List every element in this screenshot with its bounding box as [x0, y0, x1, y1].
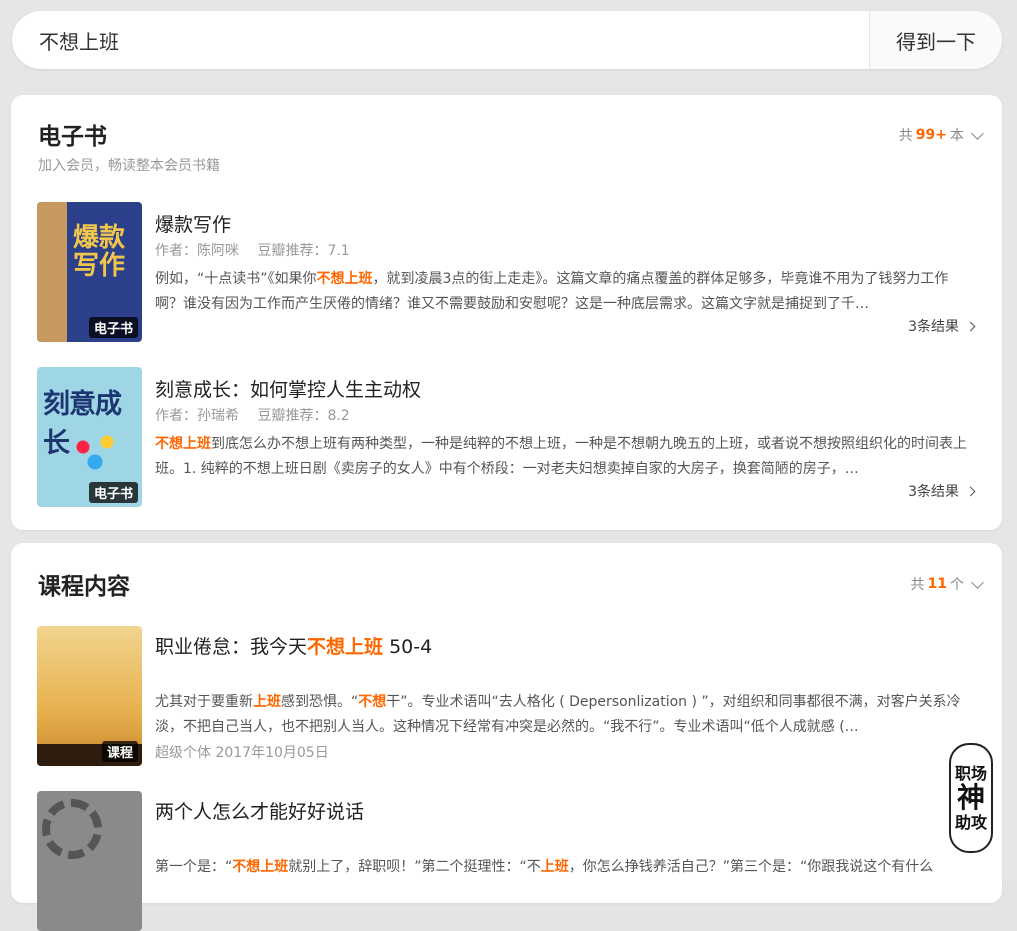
section-title: 课程内容 — [38, 574, 130, 600]
rating: 豆瓣推荐：8.2 — [257, 408, 350, 424]
more-results-link[interactable]: 3条结果 — [908, 316, 976, 336]
course-item[interactable]: 课程 职业倦怠：我今天不想上班 50-4 尤其对于要重新上班感到恐惧。“不想干”… — [37, 626, 982, 766]
book-cover: 爆款写作 电子书 — [37, 202, 142, 342]
course-count-toggle[interactable]: 共 11 个 — [910, 574, 984, 594]
course-badge: 课程 — [101, 741, 138, 762]
seal-logo: 职场 神 助攻 — [949, 743, 993, 853]
section-title: 电子书 — [38, 124, 107, 150]
search-bar: 得到一下 — [12, 11, 1002, 69]
ebook-count-toggle[interactable]: 共 99+ 本 — [898, 125, 984, 145]
course-description: 第一个是：“不想上班就别上了，辞职呗！”第二个挺理性：“不上班，你怎么挣钱养活自… — [155, 859, 934, 875]
ebook-description: 不想上班到底怎么办不想上班有两种类型，一种是纯粹的不想上班，一种是不想朝九晚五的… — [155, 436, 967, 477]
ebook-badge: 电子书 — [88, 482, 138, 503]
ebook-title[interactable]: 刻意成长：如何掌控人生主动权 — [155, 375, 421, 402]
search-button[interactable]: 得到一下 — [869, 11, 1002, 69]
count-suffix: 个 — [950, 577, 964, 593]
more-results-link[interactable]: 3条结果 — [908, 481, 976, 501]
ebook-meta: 作者：陈阿咪 豆瓣推荐：7.1 — [155, 240, 364, 260]
ebook-description: 例如，“十点读书”《如果你不想上班，就到凌晨3点的街上走走》。这篇文章的痛点覆盖… — [155, 271, 949, 312]
course-title[interactable]: 两个人怎么才能好好说话 — [155, 797, 364, 824]
rating: 豆瓣推荐：7.1 — [257, 243, 350, 259]
course-item[interactable]: 两个人怎么才能好好说话 第一个是：“不想上班就别上了，辞职呗！”第二个挺理性：“… — [37, 791, 982, 931]
course-cover — [37, 791, 142, 931]
ebook-title[interactable]: 爆款写作 — [155, 210, 231, 237]
course-meta: 超级个体 2017年10月05日 — [155, 745, 329, 761]
section-subtitle: 加入会员，畅读整本会员书籍 — [38, 158, 220, 174]
cover-title: 爆款写作 — [73, 223, 126, 281]
course-description: 尤其对于要重新上班感到恐惧。“不想干”。专业术语叫“去人格化 ( Deperso… — [155, 694, 961, 735]
chevron-down-icon — [971, 575, 984, 589]
course-section: 课程内容 共 11 个 课程 职业倦怠：我今天不想上班 50-4 尤其对于要重新… — [11, 543, 1002, 931]
count-number: 99+ — [915, 127, 947, 143]
course-cover: 课程 — [37, 626, 142, 766]
course-title[interactable]: 职业倦怠：我今天不想上班 50-4 — [155, 632, 432, 659]
count-prefix: 共 — [898, 128, 913, 144]
ebook-item[interactable]: 刻意成长 电子书 刻意成长：如何掌控人生主动权 作者：孙瑞希 豆瓣推荐：8.2 … — [37, 367, 982, 507]
book-cover: 刻意成长 电子书 — [37, 367, 142, 507]
ebook-meta: 作者：孙瑞希 豆瓣推荐：8.2 — [155, 405, 364, 425]
count-number: 11 — [927, 576, 947, 592]
chevron-down-icon — [971, 126, 984, 140]
search-input[interactable] — [12, 11, 869, 69]
author: 作者：孙瑞希 — [155, 408, 239, 424]
count-prefix: 共 — [910, 577, 925, 593]
ebook-section: 电子书 加入会员，畅读整本会员书籍 共 99+ 本 爆款写作 电子书 爆款写作 … — [11, 95, 1002, 530]
count-suffix: 本 — [950, 128, 964, 144]
chevron-right-icon — [965, 486, 976, 496]
chevron-right-icon — [965, 321, 976, 331]
ebook-item[interactable]: 爆款写作 电子书 爆款写作 作者：陈阿咪 豆瓣推荐：7.1 例如，“十点读书”《… — [37, 202, 982, 342]
ebook-badge: 电子书 — [88, 317, 138, 338]
author: 作者：陈阿咪 — [155, 243, 239, 259]
